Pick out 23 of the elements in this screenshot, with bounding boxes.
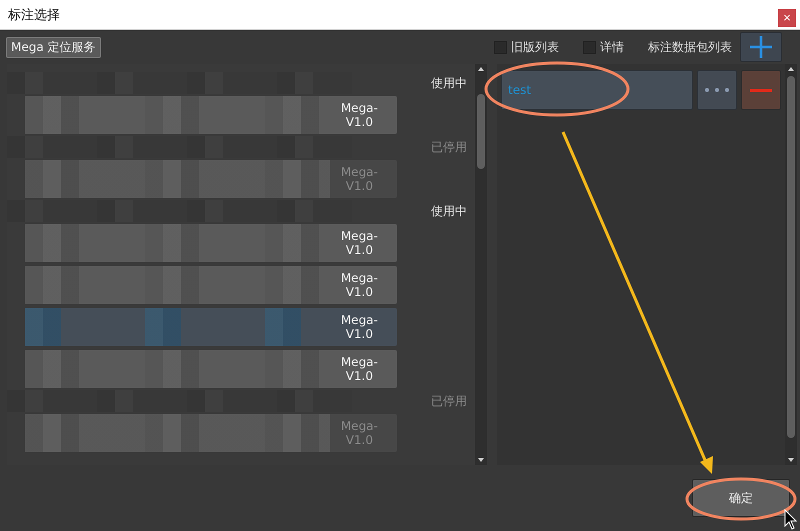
service-row[interactable]: Mega-V1.0 xyxy=(25,96,397,134)
minus-icon xyxy=(750,88,772,92)
close-button[interactable]: × xyxy=(778,8,796,26)
checkbox-label: 旧版列表 xyxy=(511,38,559,56)
list-title: 标注数据包列表 xyxy=(648,38,732,56)
status-label: 已停用 xyxy=(431,138,467,156)
add-button[interactable] xyxy=(740,32,782,62)
more-icon xyxy=(704,87,730,93)
scrollbar-thumb[interactable] xyxy=(787,76,795,438)
cursor-icon xyxy=(784,508,798,530)
service-row[interactable]: Mega-V1.0 xyxy=(25,224,397,262)
more-button[interactable] xyxy=(697,70,737,110)
service-button[interactable]: Mega 定位服务 xyxy=(6,36,101,58)
service-row[interactable]: Mega-V1.0 xyxy=(25,350,397,388)
window-title: 标注选择 xyxy=(8,6,60,24)
scrollbar-thumb[interactable] xyxy=(477,94,485,169)
service-row[interactable]: Mega-V1.0 xyxy=(25,266,397,304)
status-label: 使用中 xyxy=(431,74,467,92)
status-label: 使用中 xyxy=(431,202,467,220)
plus-icon xyxy=(749,35,773,59)
service-row[interactable]: Mega-V1.0 xyxy=(25,308,397,346)
checkbox-label: 详情 xyxy=(600,38,624,56)
status-label: 已停用 xyxy=(431,392,467,410)
